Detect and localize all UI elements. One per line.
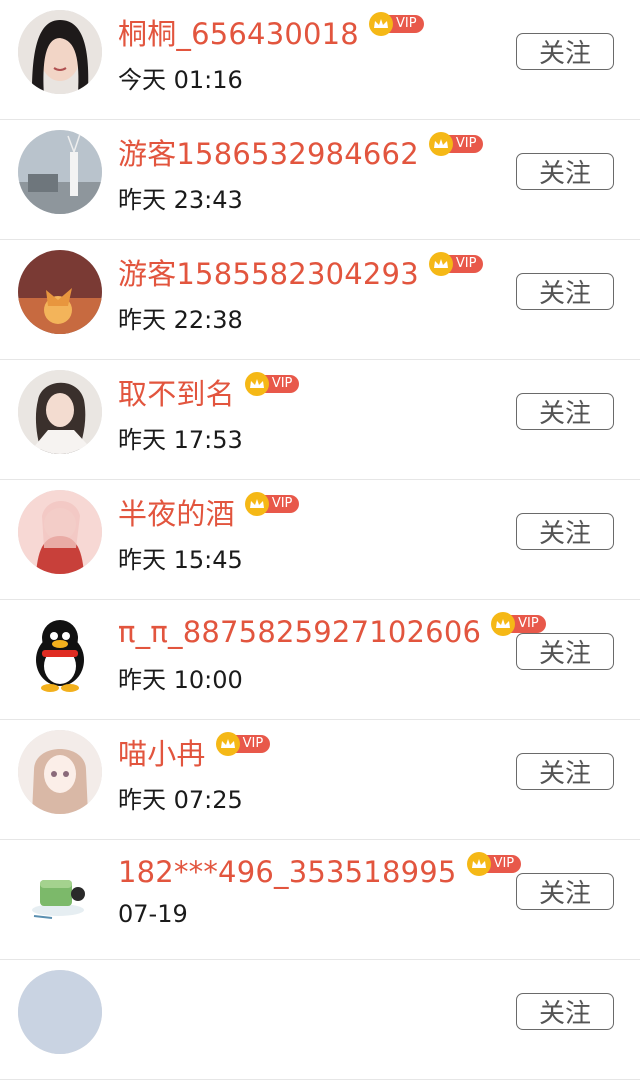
crown-icon <box>428 252 453 276</box>
follow-button[interactable]: 关注 <box>516 33 614 70</box>
username[interactable]: 游客1585582304293 <box>118 251 419 293</box>
avatar[interactable] <box>18 970 102 1054</box>
vip-badge: VIP <box>428 132 484 156</box>
follow-button[interactable]: 关注 <box>516 753 614 790</box>
username[interactable]: π_π_8875825927102606 <box>118 615 481 649</box>
avatar[interactable] <box>18 610 102 694</box>
avatar[interactable] <box>18 130 102 214</box>
username[interactable]: 桐桐_656430018 <box>118 11 359 53</box>
follow-button[interactable]: 关注 <box>516 633 614 670</box>
avatar[interactable] <box>18 730 102 814</box>
name-line: 游客1586532984662 VIP <box>118 131 484 173</box>
name-line: 取不到名 VIP <box>118 371 300 413</box>
list-item[interactable]: 182***496_353518995 VIP 07-19 关注 <box>0 840 640 960</box>
username[interactable]: 半夜的酒 <box>118 491 235 533</box>
time: 07-19 <box>118 900 188 928</box>
name-line: 半夜的酒 VIP <box>118 491 300 533</box>
avatar[interactable] <box>18 370 102 454</box>
vip-badge: VIP <box>244 492 300 516</box>
name-line: 游客1585582304293 VIP <box>118 251 484 293</box>
follow-button[interactable]: 关注 <box>516 873 614 910</box>
follower-list: 桐桐_656430018 VIP 今天 01:16 关注 游客158653298… <box>0 0 640 1080</box>
list-item[interactable]: 半夜的酒 VIP 昨天 15:45 关注 <box>0 480 640 600</box>
avatar[interactable] <box>18 10 102 94</box>
username[interactable]: 182***496_353518995 <box>118 855 457 889</box>
avatar[interactable] <box>18 490 102 574</box>
vip-badge: VIP <box>491 612 546 636</box>
name-line: π_π_8875825927102606 VIP <box>118 612 546 652</box>
avatar[interactable] <box>18 850 102 934</box>
vip-badge: VIP <box>215 732 271 756</box>
name-line: 182***496_353518995 VIP <box>118 852 522 892</box>
vip-badge: VIP <box>368 12 424 36</box>
name-line: 喵小冉 VIP <box>118 731 271 773</box>
crown-icon <box>244 372 269 396</box>
username[interactable]: 取不到名 <box>118 371 235 413</box>
crown-icon <box>466 852 491 876</box>
vip-badge: VIP <box>428 252 484 276</box>
name-line: 桐桐_656430018 VIP <box>118 12 424 52</box>
crown-icon <box>428 132 453 156</box>
time: 昨天 22:38 <box>118 306 243 334</box>
avatar[interactable] <box>18 250 102 334</box>
follow-button[interactable]: 关注 <box>516 273 614 310</box>
list-item[interactable]: 游客1585582304293 VIP 昨天 22:38 关注 <box>0 240 640 360</box>
time: 昨天 10:00 <box>118 666 243 694</box>
crown-icon <box>491 612 516 636</box>
vip-badge: VIP <box>244 372 300 396</box>
time: 昨天 15:45 <box>118 546 243 574</box>
list-item[interactable]: π_π_8875825927102606 VIP 昨天 10:00 关注 <box>0 600 640 720</box>
time: 昨天 23:43 <box>118 186 243 214</box>
follow-button[interactable]: 关注 <box>516 153 614 190</box>
vip-badge: VIP <box>466 852 522 876</box>
crown-icon <box>368 12 393 36</box>
list-item[interactable]: 关注 <box>0 960 640 1080</box>
follow-button[interactable]: 关注 <box>516 993 614 1030</box>
time: 昨天 17:53 <box>118 426 243 454</box>
list-item[interactable]: 游客1586532984662 VIP 昨天 23:43 关注 <box>0 120 640 240</box>
username[interactable]: 喵小冉 <box>118 731 206 773</box>
list-item[interactable]: 桐桐_656430018 VIP 今天 01:16 关注 <box>0 0 640 120</box>
crown-icon <box>215 732 240 756</box>
list-item[interactable]: 取不到名 VIP 昨天 17:53 关注 <box>0 360 640 480</box>
follow-button[interactable]: 关注 <box>516 513 614 550</box>
list-item[interactable]: 喵小冉 VIP 昨天 07:25 关注 <box>0 720 640 840</box>
time: 昨天 07:25 <box>118 786 243 814</box>
follow-button[interactable]: 关注 <box>516 393 614 430</box>
username[interactable]: 游客1586532984662 <box>118 131 419 173</box>
crown-icon <box>244 492 269 516</box>
time: 今天 01:16 <box>118 66 243 94</box>
